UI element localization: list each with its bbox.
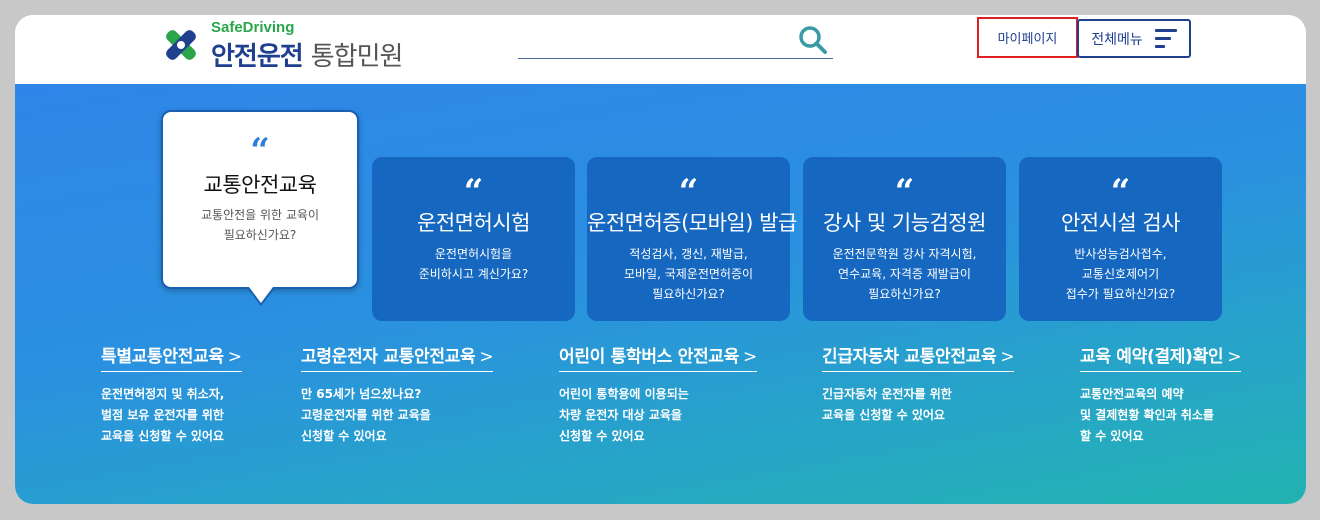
quote-icon: “ [250,131,270,171]
link-title[interactable]: 긴급자동차 교통안전교육 > [822,342,1015,372]
logo-main-text: 안전운전 [211,42,304,72]
quote-icon: “ [894,172,915,212]
link-school-bus-education: 어린이 통학버스 안전교육 > 어린이 통학용에 이용되는 차량 운전자 대상 교… [559,342,757,447]
logo-sub-text: 통합민원 [310,42,404,72]
link-reservation-check: 교육 예약(결제)확인 > 교통안전교육의 예약 및 결제현황 확인과 취소를 할… [1080,342,1242,447]
link-title[interactable]: 고령운전자 교통안전교육 > [301,342,494,372]
link-description: 긴급자동차 운전자를 위한 교육을 신청할 수 있어요 [822,387,952,422]
card-driver-license-test[interactable]: “ 운전면허시험 운전면허시험을 준비하시고 계신가요? [372,157,575,321]
link-description: 운전면허정지 및 취소자, 벌점 보유 운전자를 위한 교육을 신청할 수 있어… [101,387,225,443]
chevron-right-icon: > [1000,347,1015,367]
quote-icon: “ [678,172,699,212]
search-input[interactable] [518,23,833,59]
search-icon[interactable] [797,24,829,56]
card-title: 교통안전교육 [203,173,317,197]
chevron-right-icon: > [479,347,494,367]
chevron-right-icon: > [742,347,757,367]
link-description: 어린이 통학용에 이용되는 차량 운전자 대상 교육을 신청할 수 있어요 [559,387,689,443]
card-description: 운전전문학원 강사 자격시험, 연수교육, 자격증 재발급이 필요하신가요? [832,247,977,301]
link-special-education: 특별교통안전교육 > 운전면허정지 및 취소자, 벌점 보유 운전자를 위한 교육… [101,342,242,447]
site-header: SafeDriving 안전운전 통합민원 마이페이지 전체메뉴 [15,15,1306,84]
logo-cross-icon [166,30,196,60]
card-traffic-safety-education[interactable]: “ 교통안전교육 교통안전을 위한 교육이 필요하신가요? [161,110,359,306]
card-description: 반사성능검사접수, 교통신호제어기 접수가 필요하신가요? [1065,247,1176,301]
card-instructor-examiner[interactable]: “ 강사 및 기능검정원 운전전문학원 강사 자격시험, 연수교육, 자격증 재… [803,157,1006,321]
card-title: 운전면허증(모바일) 발급 [587,211,797,235]
hamburger-icon [1154,29,1177,48]
link-title[interactable]: 어린이 통학버스 안전교육 > [559,342,757,372]
card-safety-facility-inspection[interactable]: “ 안전시설 검사 반사성능검사접수, 교통신호제어기 접수가 필요하신가요? [1019,157,1222,321]
link-title[interactable]: 교육 예약(결제)확인 > [1080,342,1242,372]
chevron-right-icon: > [1227,347,1242,367]
full-menu-label: 전체메뉴 [1091,31,1143,48]
mypage-button[interactable]: 마이페이지 [977,17,1078,58]
logo-english: SafeDriving [211,19,295,36]
hero-section: “ 교통안전교육 교통안전을 위한 교육이 필요하신가요? “ 운전면허시험 운… [15,84,1306,504]
card-description: 적성검사, 갱신, 재발급, 모바일, 국제운전면허증이 필요하신가요? [623,247,754,301]
logo-korean: 안전운전 통합민원 [211,36,404,73]
page-frame: SafeDriving 안전운전 통합민원 마이페이지 전체메뉴 “ 교통안전교… [15,15,1306,504]
site-logo[interactable]: SafeDriving 안전운전 통합민원 [161,19,431,72]
quote-icon: “ [463,172,484,212]
card-pointer-fill [249,287,273,303]
card-license-issuance[interactable]: “ 운전면허증(모바일) 발급 적성검사, 갱신, 재발급, 모바일, 국제운전… [587,157,797,321]
link-description: 교통안전교육의 예약 및 결제현황 확인과 취소를 할 수 있어요 [1080,387,1214,443]
chevron-right-icon: > [227,347,242,367]
card-description: 교통안전을 위한 교육이 필요하신가요? [200,208,320,242]
card-title: 운전면허시험 [417,211,530,235]
link-emergency-vehicle-education: 긴급자동차 교통안전교육 > 긴급자동차 운전자를 위한 교육을 신청할 수 있어… [822,342,1015,426]
card-title: 강사 및 기능검정원 [823,211,986,235]
link-elderly-driver-education: 고령운전자 교통안전교육 > 만 65세가 넘으셨나요? 고령운전자를 위한 교육… [301,342,494,447]
card-title: 안전시설 검사 [1060,211,1181,235]
link-description: 만 65세가 넘으셨나요? 고령운전자를 위한 교육을 신청할 수 있어요 [301,387,431,443]
link-title[interactable]: 특별교통안전교육 > [101,342,242,372]
quote-icon: “ [1110,172,1131,212]
card-description: 운전면허시험을 준비하시고 계신가요? [418,247,529,281]
full-menu-button[interactable]: 전체메뉴 [1077,19,1191,58]
